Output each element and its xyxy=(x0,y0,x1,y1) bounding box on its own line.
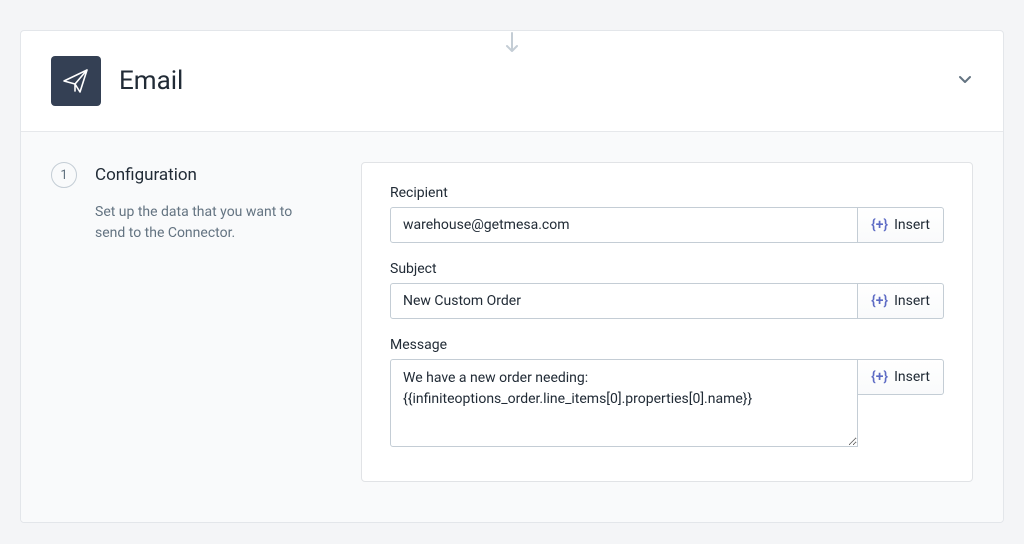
insert-variable-button-subject[interactable]: {+} Insert xyxy=(858,283,944,319)
message-input[interactable] xyxy=(390,359,858,447)
insert-label: Insert xyxy=(894,293,930,309)
config-sidebar: 1 Configuration Set up the data that you… xyxy=(51,162,361,482)
step-number-badge: 1 xyxy=(51,162,77,188)
card-header[interactable]: Email xyxy=(21,31,1003,132)
chevron-down-icon[interactable] xyxy=(957,71,973,91)
card-title: Email xyxy=(119,66,183,96)
insert-variable-button-recipient[interactable]: {+} Insert xyxy=(858,207,944,243)
insert-label: Insert xyxy=(894,217,930,233)
braces-plus-icon: {+} xyxy=(871,369,888,385)
paper-plane-icon xyxy=(51,56,101,106)
recipient-field-group: Recipient {+} Insert xyxy=(390,185,944,243)
insert-label: Insert xyxy=(894,369,930,385)
subject-field-group: Subject {+} Insert xyxy=(390,261,944,319)
subject-label: Subject xyxy=(390,261,944,277)
braces-plus-icon: {+} xyxy=(871,293,888,309)
subject-input[interactable] xyxy=(390,283,858,319)
recipient-input[interactable] xyxy=(390,207,858,243)
braces-plus-icon: {+} xyxy=(871,217,888,233)
insert-variable-button-message[interactable]: {+} Insert xyxy=(858,359,944,395)
recipient-label: Recipient xyxy=(390,185,944,201)
config-form: Recipient {+} Insert Subject xyxy=(361,162,973,482)
config-description: Set up the data that you want to send to… xyxy=(95,202,295,244)
card-body: 1 Configuration Set up the data that you… xyxy=(21,132,1003,522)
message-field-group: Message {+} Insert xyxy=(390,337,944,451)
config-title: Configuration xyxy=(95,165,197,185)
email-step-card: Email 1 Configuration Set up the data th… xyxy=(20,30,1004,523)
message-label: Message xyxy=(390,337,944,353)
